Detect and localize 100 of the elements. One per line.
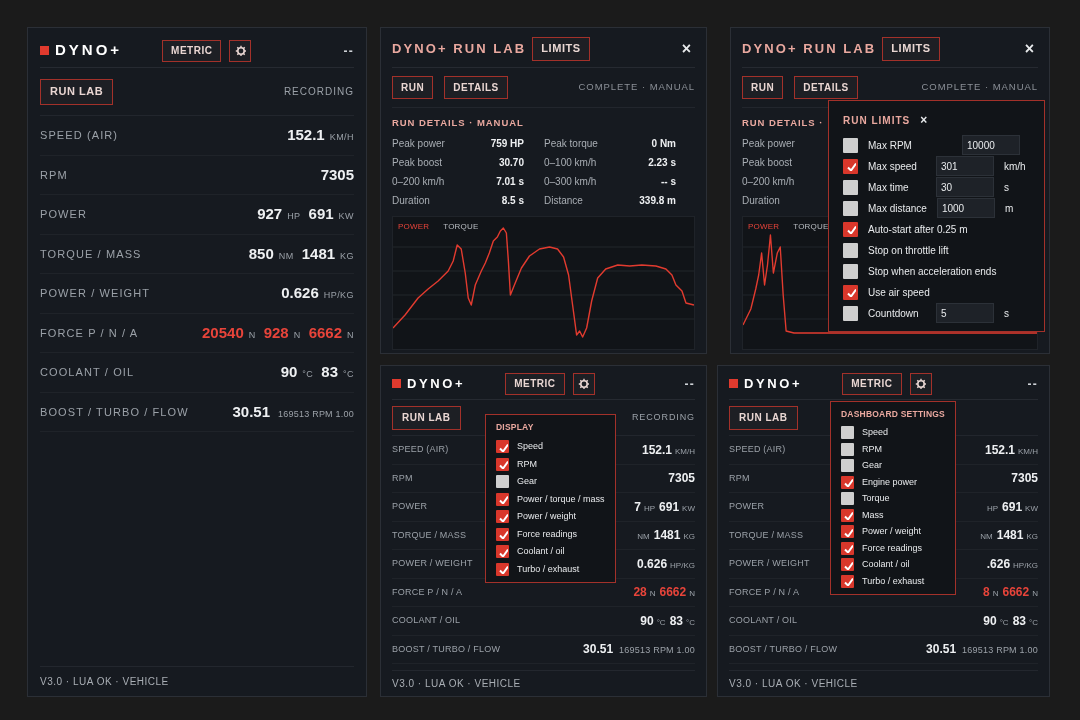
checkbox[interactable] (843, 242, 858, 258)
limit-input[interactable]: 301 (936, 156, 994, 176)
details-button[interactable]: DETAILS (444, 76, 508, 99)
checkbox[interactable] (843, 284, 858, 300)
unit-label: N (293, 328, 301, 342)
run-lab-button[interactable]: RUN LAB (729, 405, 798, 430)
chart-tab[interactable]: POWER (398, 221, 430, 234)
checkbox[interactable] (841, 508, 854, 522)
checkbox[interactable] (841, 459, 854, 473)
checkbox[interactable] (496, 562, 509, 576)
limit-input[interactable]: 5 (936, 303, 994, 323)
checkmark-icon (497, 459, 508, 470)
stat-label: Distance (544, 194, 583, 209)
stat-value: -- s (661, 175, 676, 190)
checkbox[interactable] (843, 179, 858, 195)
checkbox[interactable] (496, 440, 509, 454)
recording-label: RECORDING (631, 410, 695, 424)
unit-label: KM/H (329, 131, 354, 144)
checkbox[interactable] (843, 221, 858, 237)
metric-value: 0.626 (637, 555, 668, 573)
checkbox[interactable] (843, 137, 858, 153)
option-label: Power / weight (517, 510, 577, 523)
units-button[interactable]: METRIC (505, 372, 565, 395)
settings-button[interactable] (572, 372, 595, 395)
units-button[interactable]: METRIC (842, 372, 902, 395)
unit-label: km/h (1004, 159, 1027, 174)
run-button[interactable]: RUN (742, 76, 784, 99)
run-lab-button[interactable]: RUN LAB (392, 405, 461, 430)
checkmark-icon (497, 546, 508, 557)
checkbox[interactable] (841, 574, 854, 588)
checkbox[interactable] (843, 263, 858, 279)
popup-title: RUN LIMITS (843, 113, 911, 128)
checkbox[interactable] (843, 200, 858, 216)
checkbox[interactable] (841, 525, 854, 539)
unit-label: KG (340, 249, 354, 263)
option-label: Gear (517, 475, 537, 488)
checkbox[interactable] (496, 527, 509, 541)
checkbox[interactable] (496, 492, 509, 506)
limit-input[interactable]: 1000 (936, 198, 995, 218)
checkbox[interactable] (841, 558, 854, 572)
unit-label: NM (278, 249, 294, 263)
limits-button[interactable]: LIMITS (532, 36, 590, 61)
checkbox[interactable] (843, 305, 858, 321)
option-label: Torque (862, 492, 890, 505)
unit-label: N (992, 588, 999, 601)
metric-value: 152.1 (287, 125, 325, 145)
details-button[interactable]: DETAILS (794, 76, 858, 99)
units-button[interactable]: METRIC (162, 39, 222, 62)
checkbox[interactable] (841, 541, 854, 555)
limits-button[interactable]: LIMITS (882, 36, 940, 61)
close-button[interactable]: × (677, 36, 695, 61)
checkbox[interactable] (843, 158, 858, 174)
metric-label: COOLANT / OIL (392, 614, 461, 627)
option-label: Gear (862, 459, 882, 472)
run-lab-button[interactable]: RUN LAB (40, 78, 114, 105)
stat-value: 759 HP (490, 137, 524, 152)
checkbox[interactable] (841, 426, 854, 440)
checkbox[interactable] (841, 492, 854, 506)
close-button[interactable]: × (920, 111, 928, 129)
metric-label: COOLANT / OIL (40, 365, 135, 380)
stat-label: Peak boost (742, 156, 793, 171)
unit-label: NM (637, 531, 650, 544)
limit-input[interactable]: 10000 (962, 135, 1020, 155)
metric-value: 8 (983, 584, 990, 602)
option-label: RPM (862, 442, 882, 456)
unit-label: KW (338, 210, 354, 223)
stat-label: Peak power (742, 137, 795, 152)
footer-status: V3.0 · LUA OK · VEHICLE (392, 677, 521, 691)
settings-icon (578, 378, 589, 389)
checkbox[interactable] (841, 475, 854, 489)
close-button[interactable]: × (1020, 36, 1038, 61)
metric-label: FORCE P / N / A (40, 325, 139, 341)
metric-value: 30.51 (583, 641, 614, 659)
run-button[interactable]: RUN (392, 76, 434, 99)
chart-tab[interactable]: TORQUE (793, 221, 829, 234)
checkbox[interactable] (841, 442, 854, 456)
unit-label: °C (656, 616, 666, 629)
settings-button[interactable] (229, 39, 252, 62)
checkbox[interactable] (496, 457, 509, 471)
option-label: Countdown (868, 306, 920, 321)
logo-square-icon (729, 379, 738, 388)
checkmark-icon (497, 529, 508, 540)
chart-tab[interactable]: POWER (748, 221, 780, 234)
metric-label: POWER (40, 207, 88, 222)
limit-input[interactable]: 30 (936, 177, 994, 197)
settings-button[interactable] (909, 372, 932, 395)
metric-value: 83 (669, 612, 683, 630)
status-text: -- (684, 375, 695, 393)
checkmark-icon (842, 559, 853, 570)
unit-label: N (1032, 588, 1038, 601)
chart-tab[interactable]: TORQUE (443, 221, 479, 234)
checkbox[interactable] (496, 475, 509, 489)
checkbox[interactable] (496, 545, 509, 559)
checkbox[interactable] (496, 510, 509, 524)
logo-square-icon (392, 379, 401, 388)
unit-label: s (1004, 180, 1010, 195)
option-label: Stop on throttle lift (868, 243, 950, 258)
metric-label: FORCE P / N / A (729, 585, 800, 599)
metric-value: 0.626 (281, 283, 319, 303)
metric-value: 1481 (653, 527, 681, 545)
